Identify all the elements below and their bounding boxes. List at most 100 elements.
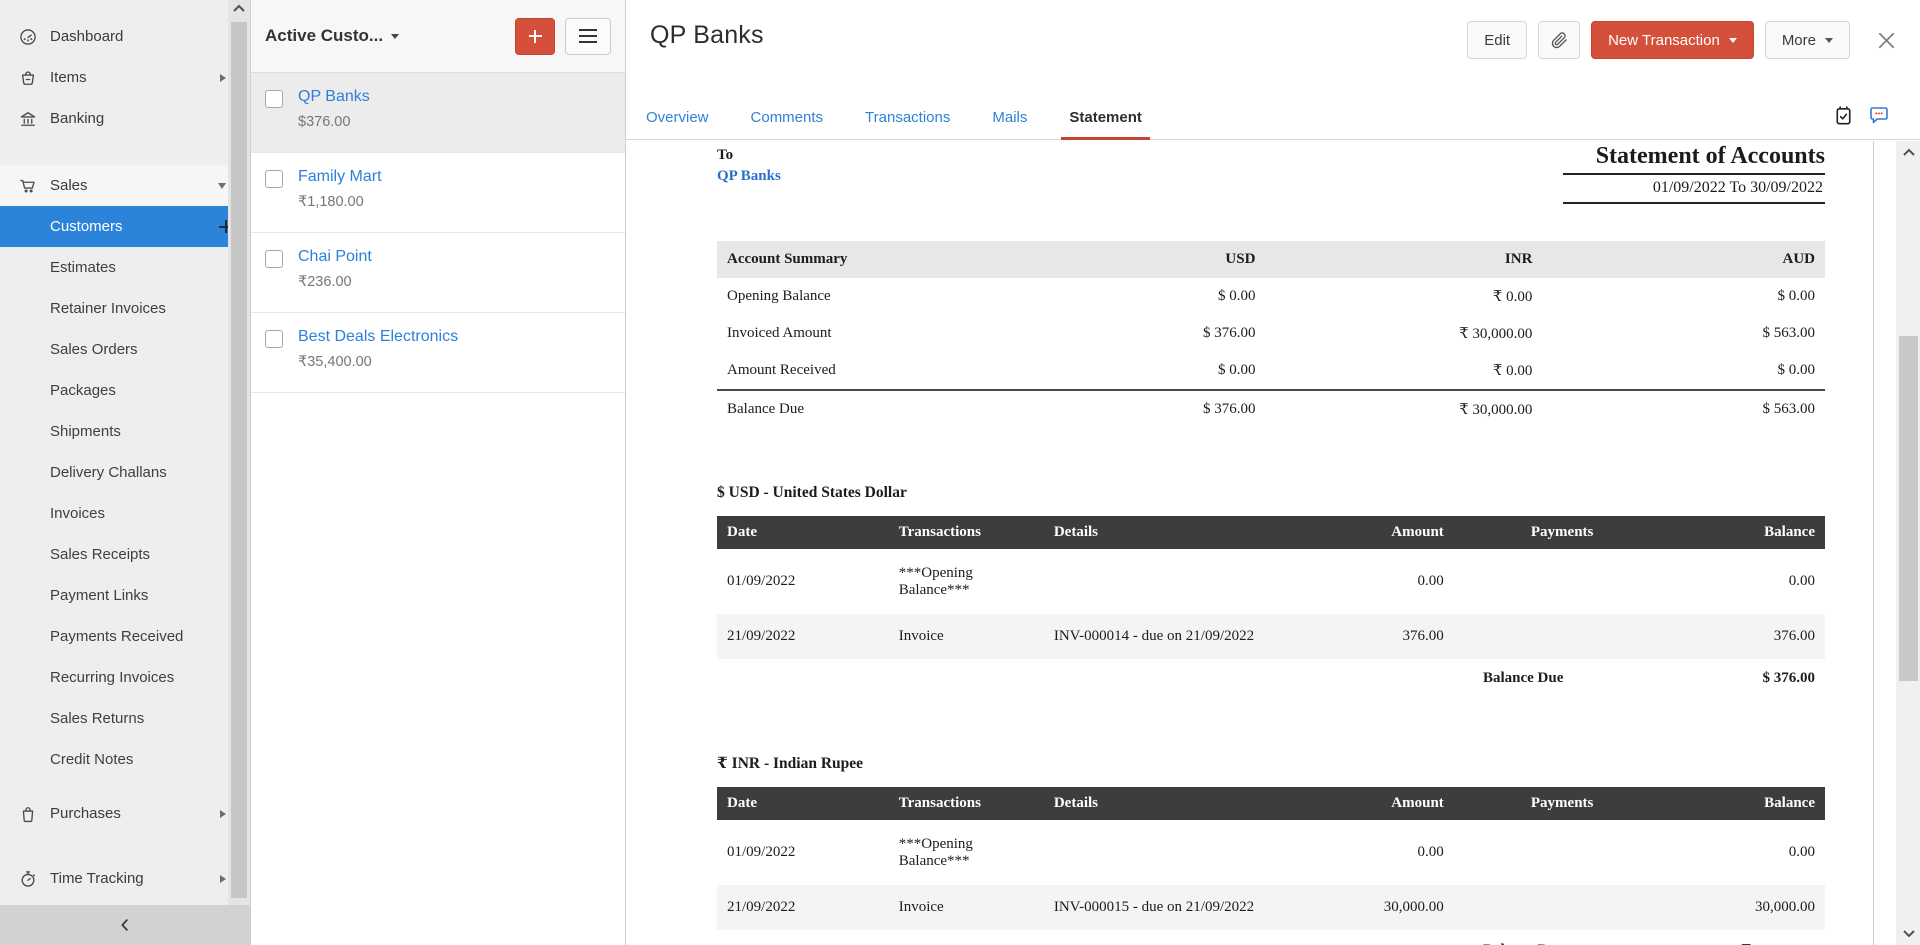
sidebar-item-retainer-invoices[interactable]: Retainer Invoices	[0, 288, 250, 329]
list-menu-button[interactable]	[565, 18, 611, 55]
edit-button[interactable]: Edit	[1467, 21, 1527, 59]
sidebar-item-label: Credit Notes	[50, 751, 133, 768]
summary-row-label: Amount Received	[717, 352, 1060, 390]
plus-icon	[529, 30, 542, 43]
edit-button-label: Edit	[1484, 32, 1510, 49]
content-gap	[1874, 141, 1896, 945]
sidebar-item-shipments[interactable]: Shipments	[0, 411, 250, 452]
chevron-down-icon[interactable]	[218, 183, 226, 189]
sidebar-item-items[interactable]: Items	[0, 57, 250, 98]
tab-overview[interactable]: Overview	[644, 95, 711, 139]
customer-row-chai-point[interactable]: Chai Point ₹236.00	[251, 233, 625, 313]
page-scrollbar-thumb[interactable]	[1899, 336, 1918, 681]
sidebar-scrollbar-thumb[interactable]	[231, 22, 247, 898]
sidebar-item-payment-links[interactable]: Payment Links	[0, 575, 250, 616]
tab-mails[interactable]: Mails	[990, 95, 1029, 139]
customer-checkbox[interactable]	[265, 90, 283, 108]
page-title: QP Banks	[650, 21, 764, 50]
summary-usd-value: $ 0.00	[1060, 352, 1265, 390]
sidebar-scrollbar[interactable]	[228, 0, 250, 905]
summary-aud-value: $ 563.00	[1542, 315, 1825, 352]
sidebar-item-label: Delivery Challans	[50, 464, 167, 481]
sidebar-item-invoices[interactable]: Invoices	[0, 493, 250, 534]
sidebar-item-delivery-challans[interactable]: Delivery Challans	[0, 452, 250, 493]
customer-amount: ₹35,400.00	[298, 354, 611, 370]
sidebar-item-recurring-invoices[interactable]: Recurring Invoices	[0, 657, 250, 698]
inr-section: ₹ INR - Indian Rupee Date Transactions D…	[717, 753, 1825, 945]
customer-checkbox[interactable]	[265, 250, 283, 268]
cell-transaction: Invoice	[889, 614, 1044, 659]
statement-content: To QP Banks Statement of Accounts 01/09/…	[626, 141, 1920, 945]
summary-col-inr: INR	[1265, 241, 1542, 278]
summary-row-label: Opening Balance	[717, 278, 1060, 315]
customer-amount: ₹236.00	[298, 274, 611, 290]
new-transaction-button[interactable]: New Transaction	[1591, 21, 1754, 59]
customer-filter-dropdown[interactable]: Active Custo...	[265, 26, 399, 46]
chevron-right-icon[interactable]	[220, 74, 226, 82]
statement-title: Statement of Accounts	[1563, 143, 1825, 175]
sidebar-item-credit-notes[interactable]: Credit Notes	[0, 739, 250, 780]
cell-date: 21/09/2022	[717, 885, 889, 930]
customer-name-link[interactable]: Family Mart	[298, 167, 611, 187]
scroll-down-icon[interactable]	[1896, 928, 1920, 939]
statement-heading-block: Statement of Accounts 01/09/2022 To 30/0…	[1563, 143, 1825, 204]
page-scrollbar[interactable]	[1896, 141, 1920, 945]
sidebar-item-sales-receipts[interactable]: Sales Receipts	[0, 534, 250, 575]
col-payments: Payments	[1454, 516, 1604, 549]
tab-statement[interactable]: Statement	[1067, 95, 1144, 139]
detail-tabs: Overview Comments Transactions Mails Sta…	[626, 95, 1920, 140]
tab-comments[interactable]: Comments	[749, 95, 826, 139]
sidebar-item-packages[interactable]: Packages	[0, 370, 250, 411]
table-row: Amount Received $ 0.00 ₹ 0.00 $ 0.00	[717, 352, 1825, 390]
cell-transaction: Invoice	[889, 885, 1044, 930]
customer-row-best-deals-electronics[interactable]: Best Deals Electronics ₹35,400.00	[251, 313, 625, 393]
chevron-right-icon[interactable]	[220, 810, 226, 818]
sidebar-item-time-tracking[interactable]: Time Tracking	[0, 858, 250, 899]
customer-row-qp-banks[interactable]: QP Banks $376.00	[251, 73, 625, 153]
close-button[interactable]	[1875, 29, 1898, 52]
sidebar-collapse-button[interactable]	[0, 905, 250, 945]
cell-payments	[1454, 820, 1604, 885]
sidebar-item-estimates[interactable]: Estimates	[0, 247, 250, 288]
cell-amount: 30,000.00	[1332, 885, 1454, 930]
summary-header-row: Account Summary USD INR AUD	[717, 241, 1825, 278]
customer-name-link[interactable]: Best Deals Electronics	[298, 327, 611, 347]
sidebar-item-customers[interactable]: Customers	[0, 206, 250, 247]
sidebar-item-label: Sales Returns	[50, 710, 144, 727]
sidebar-item-sales-orders[interactable]: Sales Orders	[0, 329, 250, 370]
scroll-up-icon[interactable]	[228, 3, 250, 15]
new-customer-button[interactable]	[515, 18, 555, 55]
sidebar-item-sales-returns[interactable]: Sales Returns	[0, 698, 250, 739]
sidebar-item-label: Payments Received	[50, 628, 183, 645]
scroll-up-icon[interactable]	[1896, 147, 1920, 158]
more-button[interactable]: More	[1765, 21, 1850, 59]
summary-inr-value: ₹ 0.00	[1265, 352, 1542, 390]
comments-bubble-icon[interactable]	[1866, 102, 1892, 128]
sidebar-item-label: Dashboard	[50, 28, 123, 45]
customer-checkbox[interactable]	[265, 170, 283, 188]
col-balance: Balance	[1603, 787, 1825, 820]
customer-row-family-mart[interactable]: Family Mart ₹1,180.00	[251, 153, 625, 233]
sidebar-item-banking[interactable]: Banking	[0, 98, 250, 139]
sidebar-item-purchases[interactable]: Purchases	[0, 793, 250, 834]
tasks-clipboard-icon[interactable]	[1830, 102, 1856, 128]
statement-document-area: To QP Banks Statement of Accounts 01/09/…	[626, 141, 1874, 945]
cell-payments	[1454, 614, 1604, 659]
hamburger-icon	[579, 29, 597, 43]
customer-amount: $376.00	[298, 114, 611, 130]
customer-name-link[interactable]: QP Banks	[298, 87, 611, 107]
attachments-button[interactable]	[1538, 21, 1580, 59]
cell-payments	[1454, 549, 1604, 614]
tab-label: Statement	[1069, 109, 1142, 126]
customer-amount: ₹1,180.00	[298, 194, 611, 210]
cell-balance: 376.00	[1603, 614, 1825, 659]
sidebar-item-dashboard[interactable]: Dashboard	[0, 16, 250, 57]
sidebar-item-sales[interactable]: Sales	[0, 165, 250, 206]
chevron-right-icon[interactable]	[220, 875, 226, 883]
customer-name-link[interactable]: Chai Point	[298, 247, 611, 267]
sidebar-item-payments-received[interactable]: Payments Received	[0, 616, 250, 657]
cell-details: INV-000015 - due on 21/09/2022	[1044, 885, 1332, 930]
customer-checkbox[interactable]	[265, 330, 283, 348]
sidebar-item-label: Retainer Invoices	[50, 300, 166, 317]
tab-transactions[interactable]: Transactions	[863, 95, 952, 139]
